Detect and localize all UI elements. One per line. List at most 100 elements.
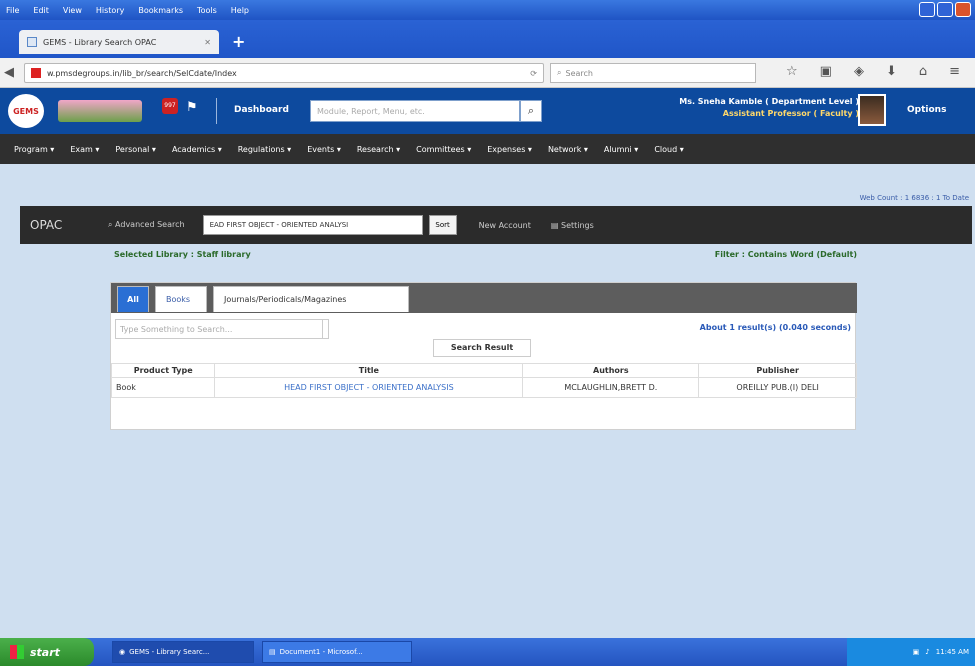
user-role: Assistant Professor ( Faculty ) — [722, 109, 859, 118]
menu-network[interactable]: Network ▾ — [540, 145, 596, 154]
speaker-icon[interactable]: ♪ — [925, 648, 929, 656]
tab-journals[interactable]: Journals/Periodicals/Magazines — [213, 286, 409, 312]
word-icon: ▤ — [269, 648, 276, 656]
hamburger-menu-icon[interactable]: ≡ — [949, 64, 960, 79]
table-row: Book HEAD FIRST OBJECT - ORIENTED ANALYS… — [110, 377, 857, 398]
user-info[interactable]: Ms. Sneha Kamble ( Department Level ) As… — [679, 96, 859, 120]
navigation-bar: ◀ w.pmsdegroups.in/lib_br/search/SelCdat… — [0, 58, 975, 88]
filter-text[interactable]: Filter : Contains Word (Default) — [715, 250, 857, 259]
menu-view[interactable]: View — [63, 6, 82, 15]
download-icon[interactable]: ⬇ — [886, 64, 897, 79]
back-arrow-icon[interactable]: ◀ — [4, 65, 14, 80]
sort-button[interactable]: Sort — [428, 215, 457, 235]
bookmark-star-icon[interactable]: ☆ — [786, 64, 798, 79]
header-search-placeholder: Module, Report, Menu, etc. — [317, 106, 425, 116]
menu-regulations[interactable]: Regulations ▾ — [230, 145, 299, 154]
url-bar[interactable]: w.pmsdegroups.in/lib_br/search/SelCdate/… — [24, 63, 544, 83]
tray-icon[interactable]: ▣ — [913, 648, 920, 656]
menu-research[interactable]: Research ▾ — [349, 145, 408, 154]
page-favicon-icon — [27, 37, 37, 47]
search-icon[interactable]: ⌕ — [520, 100, 542, 122]
maximize-button[interactable] — [937, 2, 953, 17]
refresh-icon[interactable]: ⟳ — [530, 69, 537, 78]
avatar[interactable] — [858, 94, 886, 126]
menu-expenses[interactable]: Expenses ▾ — [479, 145, 540, 154]
book-select-value: EAD FIRST OBJECT - ORIENTED ANALYSI — [209, 221, 349, 229]
window-controls — [919, 2, 971, 17]
cell-type: Book — [110, 377, 216, 398]
web-count: Web Count : 1 6836 : 1 To Date — [859, 194, 969, 202]
menu-events[interactable]: Events ▾ — [299, 145, 349, 154]
start-button[interactable]: start — [0, 638, 94, 666]
col-authors: Authors — [522, 363, 700, 378]
results-table: Product Type Title Authors Publisher Boo… — [110, 363, 857, 398]
content-area: Web Count : 1 6836 : 1 To Date OPAC ⌕ Ad… — [0, 164, 975, 638]
tab-title: GEMS - Library Search OPAC — [43, 37, 157, 47]
menu-file[interactable]: File — [6, 6, 19, 15]
start-label: start — [30, 645, 60, 659]
new-tab-icon[interactable]: + — [232, 32, 245, 51]
browser-search-placeholder: Search — [565, 68, 593, 78]
book-select[interactable]: EAD FIRST OBJECT - ORIENTED ANALYSI — [202, 215, 423, 235]
menu-committees[interactable]: Committees ▾ — [408, 145, 479, 154]
opac-title: OPAC — [30, 218, 63, 232]
results-tabs: All Books Journals/Periodicals/Magazines — [111, 283, 857, 313]
results-search-input[interactable]: Type Something to Search... — [115, 319, 323, 339]
col-title: Title — [214, 363, 524, 378]
menu-tools[interactable]: Tools — [197, 6, 217, 15]
url-text: w.pmsdegroups.in/lib_br/search/SelCdate/… — [47, 68, 237, 78]
taskbar-item-label: GEMS - Library Searc... — [129, 648, 210, 656]
table-header-row: Product Type Title Authors Publisher — [110, 363, 857, 378]
gems-logo[interactable]: GEMS — [8, 94, 44, 128]
tab-strip: GEMS - Library Search OPAC ✕ + — [0, 20, 975, 58]
cell-title-link[interactable]: HEAD FIRST OBJECT - ORIENTED ANALYSIS — [214, 377, 524, 398]
results-search-edge — [323, 319, 329, 339]
options-button[interactable]: Options — [907, 105, 946, 115]
menu-edit[interactable]: Edit — [33, 6, 49, 15]
close-window-button[interactable] — [955, 2, 971, 17]
taskbar-item-word[interactable]: ▤ Document1 - Microsof... — [262, 641, 412, 663]
minimize-button[interactable] — [919, 2, 935, 17]
notification-badge[interactable]: 997 — [162, 98, 178, 114]
opac-toolbar: OPAC ⌕ Advanced Search EAD FIRST OBJECT … — [20, 206, 972, 244]
cell-publisher: OREILLY PUB.(I) DELI — [698, 377, 857, 398]
menu-help[interactable]: Help — [231, 6, 249, 15]
advanced-search-link[interactable]: ⌕ Advanced Search — [108, 220, 185, 230]
results-panel: All Books Journals/Periodicals/Magazines… — [110, 282, 857, 430]
results-search-placeholder: Type Something to Search... — [120, 324, 233, 334]
search-result-label: Search Result — [433, 339, 531, 357]
system-tray: ▣ ♪ 11:45 AM — [847, 638, 975, 666]
tab-books[interactable]: Books — [155, 286, 207, 312]
cell-authors: MCLAUGHLIN,BRETT D. — [522, 377, 700, 398]
dashboard-link[interactable]: Dashboard — [234, 105, 289, 115]
reading-list-icon[interactable]: ▣ — [820, 64, 832, 79]
site-identity-icon[interactable] — [31, 68, 41, 78]
settings-link[interactable]: ▤ Settings — [551, 221, 594, 230]
menu-academics[interactable]: Academics ▾ — [164, 145, 230, 154]
toolbar-icons: ☆ ▣ ◈ ⬇ ⌂ ≡ — [786, 64, 960, 79]
menu-alumni[interactable]: Alumni ▾ — [596, 145, 646, 154]
menu-exam[interactable]: Exam ▾ — [62, 145, 107, 154]
menu-bookmarks[interactable]: Bookmarks — [138, 6, 183, 15]
header-search-input[interactable]: Module, Report, Menu, etc. — [310, 100, 520, 122]
menu-program[interactable]: Program ▾ — [6, 145, 62, 154]
close-tab-icon[interactable]: ✕ — [204, 38, 211, 47]
home-icon[interactable]: ⌂ — [919, 64, 927, 79]
banner-image — [58, 100, 142, 122]
tab-all[interactable]: All — [117, 286, 149, 312]
taskbar-item-label: Document1 - Microsof... — [279, 648, 363, 656]
menu-personal[interactable]: Personal ▾ — [107, 145, 164, 154]
clock: 11:45 AM — [935, 648, 969, 656]
new-account-link[interactable]: New Account — [479, 221, 531, 230]
menu-history[interactable]: History — [96, 6, 124, 15]
selected-library: Selected Library : Staff library — [114, 250, 251, 259]
taskbar: start ◉ GEMS - Library Searc... ▤ Docume… — [0, 638, 975, 666]
browser-search-input[interactable]: ⌕ Search — [550, 63, 756, 83]
col-product-type: Product Type — [110, 363, 216, 378]
menu-cloud[interactable]: Cloud ▾ — [646, 145, 691, 154]
header-divider — [216, 98, 217, 124]
taskbar-item-browser[interactable]: ◉ GEMS - Library Searc... — [112, 641, 254, 663]
flag-icon[interactable]: ⚑ — [186, 100, 198, 115]
browser-tab[interactable]: GEMS - Library Search OPAC ✕ — [19, 30, 219, 54]
pocket-icon[interactable]: ◈ — [854, 64, 864, 79]
